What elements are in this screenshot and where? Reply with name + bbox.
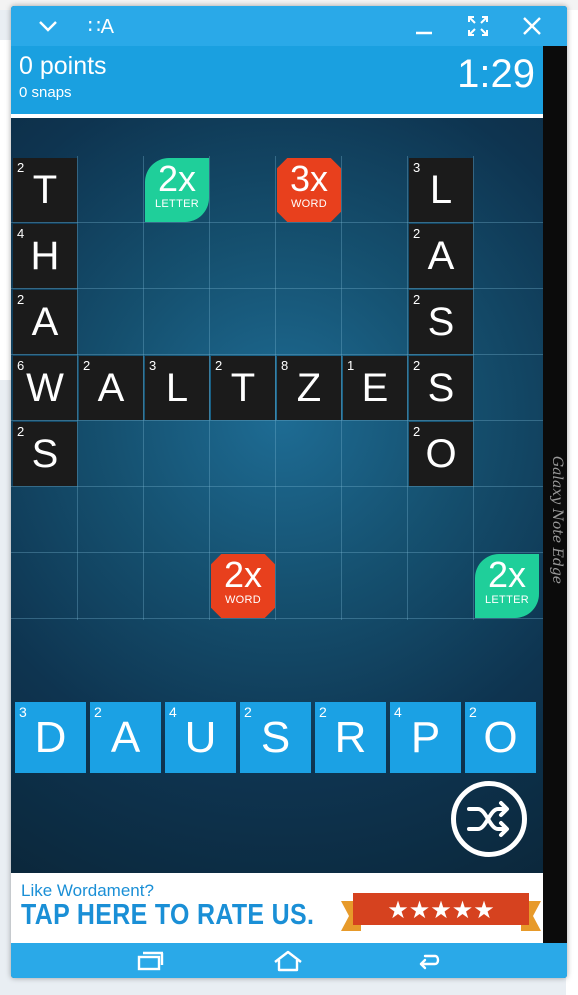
grid-line — [473, 156, 474, 620]
tile-letter: R — [334, 712, 367, 762]
desktop-background-right — [566, 10, 578, 995]
board-tile[interactable]: 2 S — [13, 422, 77, 486]
grid-line — [275, 156, 276, 620]
tile-letter: T — [230, 365, 256, 410]
keyboard-layout-icon[interactable]: ∷A — [83, 6, 119, 46]
fullscreen-icon[interactable] — [463, 6, 493, 46]
rack-tile[interactable]: 2 R — [315, 702, 386, 773]
board-tile[interactable]: 2 S — [409, 356, 473, 420]
home-icon[interactable] — [263, 943, 313, 978]
tile-letter: H — [30, 233, 60, 278]
play-field: 2 T 4 H 2 A 6 W 2 S 2 A 3 L 2 T 8 Z 1 E … — [11, 118, 543, 943]
tile-letter: E — [361, 365, 389, 410]
tile-letter: A — [427, 233, 455, 278]
board-tile[interactable]: 4 H — [13, 224, 77, 288]
bonus-kind: WORD — [290, 198, 328, 210]
grid-line — [11, 552, 543, 553]
letter-rack: 3 D 2 A 4 U 2 S 2 R 4 P 2 O — [15, 702, 541, 774]
bonus-multiplier: 2x — [157, 158, 197, 199]
board-tile[interactable]: 2 T — [13, 158, 77, 222]
grid-line — [77, 156, 78, 620]
tile-letter: S — [31, 431, 59, 476]
stars-ribbon-icon: ★★★★★ — [341, 893, 541, 931]
board-tile[interactable]: 6 W — [13, 356, 77, 420]
shuffle-button[interactable] — [451, 781, 527, 857]
tile-letter: P — [410, 712, 441, 762]
bonus-multiplier: 2x — [223, 554, 263, 595]
rack-tile[interactable]: 4 U — [165, 702, 236, 773]
grid-line — [11, 420, 543, 421]
tile-letter: D — [34, 712, 67, 762]
grid-line — [11, 486, 543, 487]
emulator-titlebar: ∷A — [11, 6, 567, 46]
tile-letter: S — [427, 299, 455, 344]
grid-line — [11, 618, 543, 619]
board-tile[interactable]: 2 A — [409, 224, 473, 288]
board-tile[interactable]: 1 E — [343, 356, 407, 420]
board-tile[interactable]: 8 Z — [277, 356, 341, 420]
tile-letter: A — [31, 299, 59, 344]
bonus-2x-letter: 2x LETTER — [475, 554, 539, 618]
board-tile[interactable]: 2 A — [79, 356, 143, 420]
board-grid: 2 T 4 H 2 A 6 W 2 S 2 A 3 L 2 T 8 Z 1 E … — [11, 156, 543, 622]
chevron-down-icon[interactable] — [33, 6, 63, 46]
board-tile[interactable]: 2 O — [409, 422, 473, 486]
bonus-2x-word: 2x WORD — [211, 554, 275, 618]
rack-tile[interactable]: 4 P — [390, 702, 461, 773]
grid-line — [11, 354, 543, 355]
tile-letter: U — [184, 712, 217, 762]
tile-letter: T — [32, 167, 58, 212]
android-navbar — [11, 943, 567, 978]
grid-line — [11, 222, 543, 223]
device-screen: 0 points 0 snaps 1:29 2 T 4 H 2 A 6 W 2 … — [11, 46, 543, 943]
board-tile[interactable]: 2 T — [211, 356, 275, 420]
board-tile[interactable]: 2 A — [13, 290, 77, 354]
board-tile[interactable]: 3 L — [409, 158, 473, 222]
rack-tile[interactable]: 2 A — [90, 702, 161, 773]
shuffle-icon — [467, 801, 509, 837]
bonus-multiplier: 3x — [289, 158, 329, 199]
banner-cta: TAP HERE TO RATE US. — [21, 899, 315, 931]
rack-tile[interactable]: 2 S — [240, 702, 311, 773]
recent-apps-icon[interactable] — [125, 943, 175, 978]
grid-line — [11, 288, 543, 289]
board-tile[interactable]: 3 L — [145, 356, 209, 420]
bonus-3x-word: 3x WORD — [277, 158, 341, 222]
bonus-multiplier: 2x — [487, 554, 527, 595]
device-label: Galaxy Note Edge — [549, 456, 565, 585]
countdown-timer: 1:29 — [457, 52, 535, 96]
emulator-window: ∷A 0 points 0 snaps 1:29 2 T 4 H 2 A 6 W… — [11, 6, 567, 978]
minimize-icon[interactable] — [409, 6, 439, 46]
bonus-2x-letter: 2x LETTER — [145, 158, 209, 222]
grid-line — [407, 156, 408, 620]
tile-letter: O — [483, 712, 518, 762]
bonus-kind: WORD — [224, 594, 262, 606]
bonus-kind: LETTER — [155, 198, 199, 210]
tile-letter: W — [26, 365, 64, 410]
grid-line — [209, 156, 210, 620]
grid-line — [341, 156, 342, 620]
points-label: 0 points — [19, 52, 107, 80]
tile-letter: A — [97, 365, 125, 410]
rack-tile[interactable]: 3 D — [15, 702, 86, 773]
tile-letter: L — [429, 167, 453, 212]
grid-line — [143, 156, 144, 620]
tile-letter: L — [165, 365, 189, 410]
board-tile[interactable]: 2 S — [409, 290, 473, 354]
tile-letter: S — [260, 712, 291, 762]
score-bar: 0 points 0 snaps 1:29 — [11, 46, 543, 118]
tile-letter: A — [110, 712, 141, 762]
close-icon[interactable] — [517, 6, 547, 46]
rack-tile[interactable]: 2 O — [465, 702, 536, 773]
bonus-kind: LETTER — [485, 594, 529, 606]
device-edge-panel: Galaxy Note Edge — [543, 46, 567, 943]
tile-letter: S — [427, 365, 455, 410]
tile-letter: Z — [296, 365, 322, 410]
snaps-label: 0 snaps — [19, 84, 72, 101]
tile-letter: O — [425, 431, 457, 476]
rating-stars: ★★★★★ — [387, 896, 495, 924]
back-icon[interactable] — [403, 943, 453, 978]
rate-us-banner[interactable]: Like Wordament? TAP HERE TO RATE US. ★★★… — [11, 873, 543, 943]
banner-question: Like Wordament? — [21, 881, 154, 900]
